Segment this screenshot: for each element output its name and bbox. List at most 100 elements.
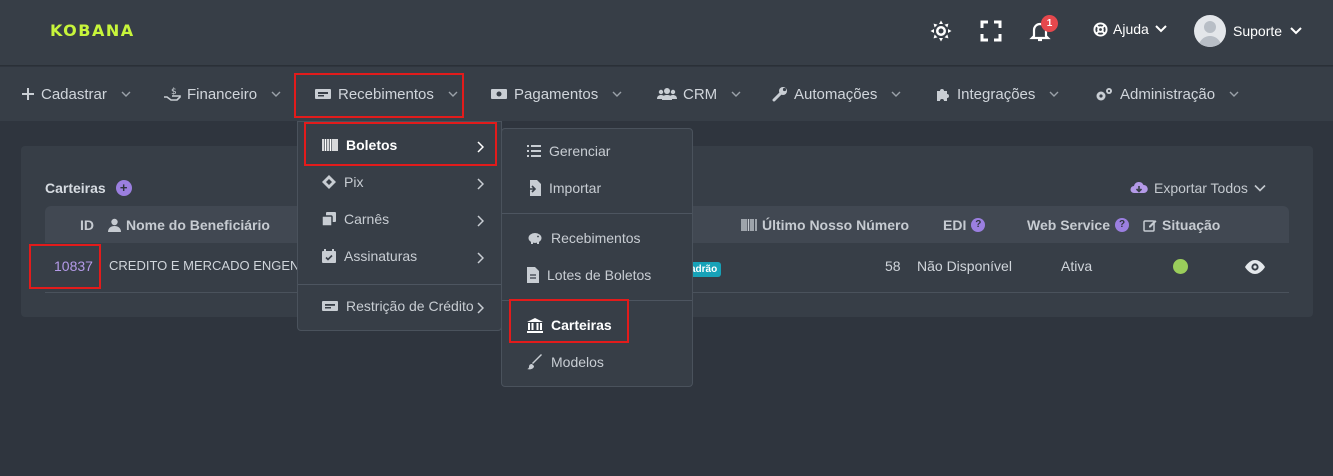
col-edi-label: EDI (943, 216, 967, 233)
chevron-down-icon (1049, 90, 1059, 98)
money-bill-icon (490, 87, 508, 101)
wrench-icon (772, 86, 788, 102)
highlight-box-recebimentos (294, 73, 464, 118)
money-card-icon (322, 300, 338, 312)
help-menu[interactable]: Ajuda (1093, 21, 1168, 37)
user-label: Suporte (1233, 23, 1283, 39)
chevron-down-icon (612, 90, 622, 98)
kobana-logo[interactable]: KOBANA (50, 21, 135, 40)
col-ultimo-nosso-numero[interactable]: Último Nosso Número (741, 206, 909, 243)
user-icon (108, 218, 121, 232)
menu-item-label: Assinaturas (344, 248, 418, 264)
avatar (1194, 15, 1226, 47)
export-all-button[interactable]: Exportar Todos (1130, 180, 1266, 196)
nav-automacoes[interactable]: Automações (772, 67, 901, 121)
help-label: Ajuda (1113, 21, 1149, 37)
nav-cadastrar[interactable]: Cadastrar (21, 67, 131, 121)
nav-pagamentos[interactable]: Pagamentos (490, 67, 622, 121)
chevron-down-icon (1254, 184, 1266, 192)
highlight-box-id (29, 244, 101, 289)
menu-item-label: Gerenciar (549, 143, 611, 159)
chevron-right-icon (476, 252, 484, 264)
row-web-service: Ativa (1061, 258, 1093, 274)
add-carteira-icon[interactable]: + (115, 180, 132, 196)
nav-financeiro[interactable]: $ Financeiro (163, 67, 281, 121)
boletos-submenu (501, 128, 693, 387)
col-beneficiario[interactable]: Nome do Beneficiário (108, 206, 270, 243)
menu-item-gerenciar[interactable]: Gerenciar (527, 143, 610, 159)
chevron-right-icon (476, 178, 484, 190)
menu-divider (298, 284, 501, 285)
top-header: KOBANA 1 Ajuda Suporte (0, 0, 1333, 66)
chevron-down-icon (1154, 24, 1168, 34)
nav-label: Automações (794, 85, 878, 103)
chevron-right-icon (476, 215, 484, 227)
menu-item-label: Carnês (344, 211, 390, 227)
lifebuoy-icon (1093, 21, 1108, 37)
nav-label: Integrações (957, 85, 1036, 103)
row-edi: Não Disponível (917, 258, 1012, 274)
user-menu[interactable]: Suporte (1194, 15, 1303, 47)
menu-item-label: Lotes de Boletos (547, 267, 652, 283)
nav-label: CRM (683, 85, 718, 103)
nav-crm[interactable]: CRM (657, 67, 741, 121)
highlight-box-carteiras (509, 299, 629, 343)
menu-item-importar[interactable]: Importar (527, 180, 601, 196)
nav-label: Cadastrar (41, 85, 107, 103)
menu-item-carnes[interactable]: Carnês (322, 211, 389, 227)
menu-item-restricao-credito[interactable]: Restrição de Crédito (322, 298, 474, 314)
col-situacao[interactable]: Situação (1143, 206, 1220, 243)
file-import-icon (527, 180, 541, 196)
file-icon (527, 267, 539, 283)
notification-badge: 1 (1041, 15, 1058, 32)
menu-item-modelos[interactable]: Modelos (527, 354, 604, 370)
piggy-bank-icon (527, 231, 543, 245)
cogs-icon (1094, 86, 1114, 102)
puzzle-icon (935, 86, 951, 102)
copy-icon (322, 212, 336, 226)
page-title: Carteiras + (45, 180, 132, 196)
menu-item-label: Importar (549, 180, 602, 196)
pix-icon (322, 175, 336, 189)
menu-item-lotes-boletos[interactable]: Lotes de Boletos (527, 267, 651, 283)
chevron-down-icon (731, 90, 741, 98)
nav-integracoes[interactable]: Integrações (935, 67, 1059, 121)
chevron-down-icon (121, 90, 131, 98)
row-ultimo-nosso-numero: 58 (885, 258, 901, 274)
edit-icon (1143, 218, 1157, 232)
nav-label: Financeiro (187, 85, 258, 103)
menu-item-label: Recebimentos (551, 230, 641, 246)
plus-icon (21, 87, 35, 101)
menu-item-label: Restrição de Crédito (346, 298, 474, 314)
nav-label: Administração (1120, 85, 1216, 103)
nav-label: Pagamentos (514, 85, 599, 103)
brush-icon (527, 354, 543, 370)
col-web-service[interactable]: Web Service ? (1027, 206, 1130, 243)
export-label: Exportar Todos (1154, 180, 1248, 196)
highlight-box-boletos (304, 122, 497, 166)
fullscreen-icon[interactable] (979, 19, 1003, 43)
menu-item-assinaturas[interactable]: Assinaturas (322, 248, 417, 264)
theme-toggle-icon[interactable] (929, 19, 953, 43)
eye-icon[interactable] (1244, 259, 1266, 275)
menu-item-pix[interactable]: Pix (322, 174, 363, 190)
row-beneficiario: CREDITO E MERCADO ENGEN (109, 258, 300, 273)
status-dot (1173, 259, 1188, 274)
menu-item-label: Modelos (551, 354, 604, 370)
col-beneficiario-label: Nome do Beneficiário (126, 216, 270, 233)
col-situacao-label: Situação (1162, 216, 1221, 233)
col-edi[interactable]: EDI ? (943, 206, 986, 243)
chevron-down-icon (271, 90, 281, 98)
list-icon (527, 145, 541, 157)
barcode-icon (741, 218, 757, 231)
chevron-down-icon (891, 90, 901, 98)
question-icon[interactable]: ? (971, 217, 986, 232)
chevron-down-icon (1289, 26, 1303, 36)
col-id[interactable]: ID (80, 206, 94, 243)
users-icon (657, 87, 677, 101)
main-nav: Cadastrar $ Financeiro Recebimentos Paga… (0, 67, 1333, 121)
nav-administracao[interactable]: Administração (1094, 67, 1239, 121)
question-icon[interactable]: ? (1115, 217, 1130, 232)
cloud-download-icon (1130, 181, 1148, 195)
menu-item-recebimentos[interactable]: Recebimentos (527, 230, 641, 246)
